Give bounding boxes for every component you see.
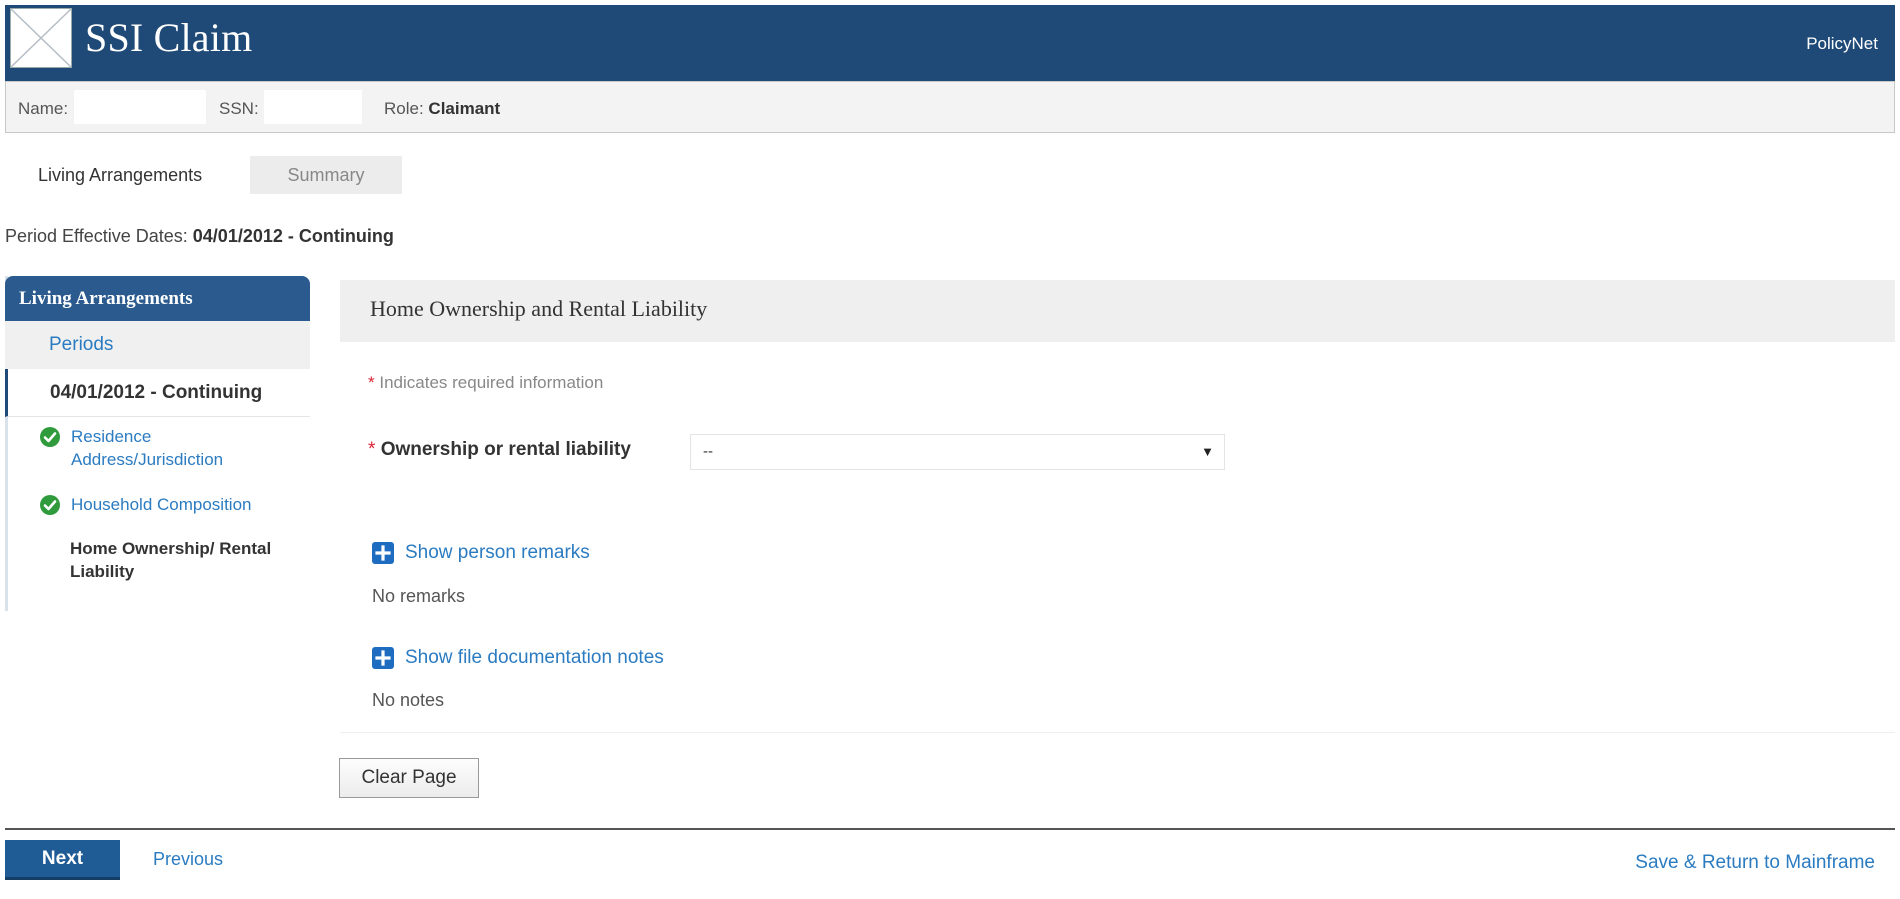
previous-link[interactable]: Previous [153, 849, 223, 870]
panel-body [340, 342, 1895, 733]
ownership-select-value: -- [703, 443, 713, 460]
ownership-select[interactable]: -- ▼ [690, 434, 1225, 470]
required-note: * Indicates required information [368, 373, 603, 393]
ssn-label: SSN: [219, 99, 259, 118]
clear-page-button[interactable]: Clear Page [339, 758, 479, 798]
period-effective-dates: Period Effective Dates: 04/01/2012 - Con… [5, 226, 394, 247]
claimant-info-bar: Name: SSN: Role: Claimant [5, 81, 1895, 133]
role-label: Role: [384, 99, 424, 118]
panel-title: Home Ownership and Rental Liability [370, 296, 708, 321]
ssn-value-redacted [264, 90, 362, 124]
sidebar-item-label: Household Composition [71, 495, 252, 514]
required-star: * [368, 373, 375, 392]
policynet-link[interactable]: PolicyNet [1806, 34, 1878, 54]
ownership-label-text: Ownership or rental liability [380, 439, 631, 460]
logo-placeholder-icon [10, 8, 72, 68]
plus-box-icon [372, 647, 394, 669]
app-title: SSI Claim [85, 15, 253, 60]
tab-living-arrangements[interactable]: Living Arrangements [18, 156, 223, 194]
role-field: Role: Claimant [384, 99, 500, 119]
remarks-status: No remarks [372, 586, 466, 606]
show-notes-link[interactable]: Show file documentation notes [405, 647, 664, 669]
show-remarks-link[interactable]: Show person remarks [405, 542, 590, 564]
sidebar-item-household[interactable]: Household Composition [40, 493, 300, 516]
name-value-redacted [74, 90, 206, 124]
name-label: Name: [18, 99, 69, 118]
check-circle-icon [40, 495, 60, 515]
sidebar-item-periods[interactable]: Periods [5, 321, 310, 369]
plus-box-icon [372, 542, 394, 564]
period-value: 04/01/2012 - Continuing [192, 226, 394, 246]
sidebar-item-label: Residence Address/Jurisdiction [71, 427, 224, 469]
role-value: Claimant [428, 99, 501, 118]
period-label: Period Effective Dates: [5, 226, 188, 246]
footer-divider [5, 828, 1895, 830]
sidebar-current-period: 04/01/2012 - Continuing [5, 369, 310, 417]
notes-status: No notes [372, 690, 445, 710]
ownership-label: * Ownership or rental liability [368, 439, 631, 461]
save-return-mainframe-link[interactable]: Save & Return to Mainframe [1635, 852, 1875, 874]
tab-summary[interactable]: Summary [250, 156, 402, 194]
dropdown-arrow-icon: ▼ [1201, 444, 1214, 459]
sidebar-item-residence[interactable]: Residence Address/Jurisdiction [40, 425, 300, 471]
check-circle-icon [40, 427, 60, 447]
sidebar-heading: Living Arrangements [5, 276, 310, 321]
next-button[interactable]: Next [5, 840, 120, 880]
required-star: * [368, 439, 376, 460]
app-header [5, 5, 1895, 81]
required-note-text: Indicates required information [379, 373, 604, 392]
sidebar-item-home-ownership[interactable]: Home Ownership/ Rental Liability [70, 537, 310, 583]
